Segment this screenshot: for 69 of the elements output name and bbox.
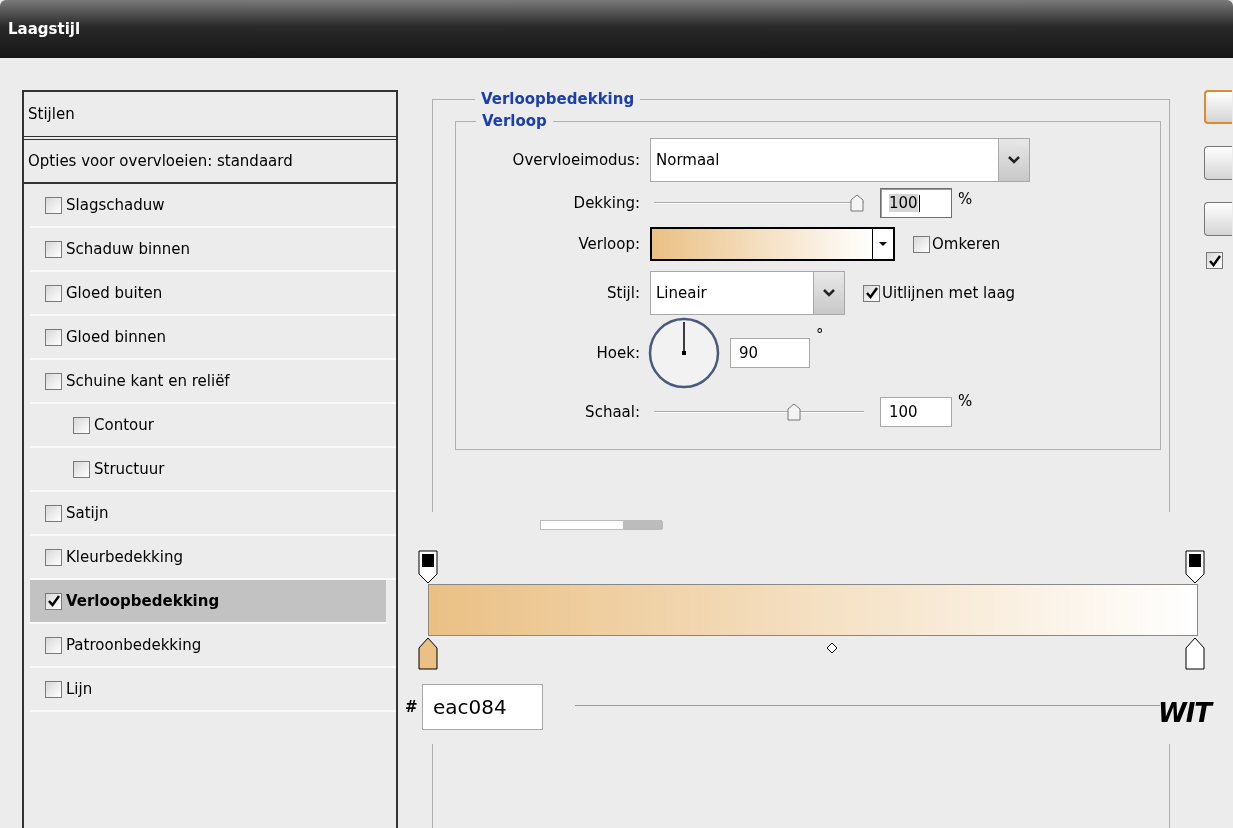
style-item[interactable]: Contour bbox=[30, 404, 396, 448]
slider-thumb[interactable] bbox=[850, 194, 864, 212]
field-label: Stijl: bbox=[607, 284, 640, 302]
checkbox[interactable] bbox=[863, 284, 880, 302]
section-title: Verloopbedekking bbox=[480, 90, 636, 108]
checkbox[interactable] bbox=[45, 240, 62, 258]
style-item[interactable]: Structuur bbox=[30, 448, 396, 492]
checkbox[interactable] bbox=[73, 416, 90, 434]
checkbox-label: Omkeren bbox=[932, 235, 1001, 253]
dropdown[interactable]: Lineair bbox=[650, 271, 845, 315]
angle-dial[interactable] bbox=[648, 317, 720, 389]
checkbox[interactable] bbox=[45, 548, 62, 566]
slider[interactable] bbox=[540, 520, 662, 530]
slider[interactable] bbox=[654, 403, 864, 421]
midpoint-icon[interactable] bbox=[826, 642, 838, 654]
chevron-down-icon bbox=[822, 288, 836, 298]
style-item[interactable]: Lijn bbox=[30, 668, 396, 712]
checkbox[interactable] bbox=[913, 235, 930, 253]
dialog-button[interactable] bbox=[1204, 202, 1232, 236]
dropdown[interactable]: Normaal bbox=[650, 138, 1030, 182]
unit-label: % bbox=[958, 392, 973, 410]
checkbox[interactable] bbox=[73, 460, 90, 478]
field-label: Schaal: bbox=[585, 403, 640, 421]
style-item[interactable]: Gloed binnen bbox=[30, 316, 396, 360]
opacity-stop-icon[interactable] bbox=[1185, 550, 1205, 584]
style-item[interactable]: Schuine kant en reliëf bbox=[30, 360, 396, 404]
field-label: Verloop: bbox=[578, 235, 640, 253]
color-stop-icon[interactable] bbox=[1185, 636, 1205, 670]
dialog-button[interactable] bbox=[1204, 146, 1232, 180]
checkbox[interactable] bbox=[45, 328, 62, 346]
hex-field[interactable]: eac084 bbox=[422, 684, 543, 730]
field-label: Hoek: bbox=[596, 344, 640, 362]
gradient-swatch[interactable] bbox=[650, 227, 895, 261]
checkbox[interactable] bbox=[45, 372, 62, 390]
checkbox[interactable] bbox=[45, 284, 62, 302]
group-title: Verloop bbox=[481, 112, 548, 130]
caret-icon bbox=[878, 241, 888, 247]
checkbox[interactable] bbox=[45, 636, 62, 654]
field-label: Dekking: bbox=[573, 194, 640, 212]
checkbox-label: Uitlijnen met laag bbox=[882, 284, 1016, 302]
slider-thumb[interactable] bbox=[787, 403, 802, 421]
partial-label: WIT bbox=[1158, 698, 1212, 728]
blending-options-item[interactable]: Opties voor overvloeien: standaard bbox=[24, 140, 396, 184]
unit-label: % bbox=[958, 190, 973, 208]
number-field[interactable]: 90 bbox=[730, 338, 810, 368]
field-label: Overvloeimodus: bbox=[512, 151, 640, 169]
style-item[interactable]: Gloed buiten bbox=[30, 272, 396, 316]
style-item[interactable]: Patroonbedekking bbox=[30, 624, 396, 668]
checkbox[interactable] bbox=[45, 592, 62, 610]
opacity-stop-icon[interactable] bbox=[418, 550, 438, 584]
dialog-button[interactable] bbox=[1204, 90, 1232, 124]
style-item[interactable]: Satijn bbox=[30, 492, 396, 536]
slider[interactable] bbox=[654, 194, 864, 212]
checkbox[interactable] bbox=[45, 504, 62, 522]
checkbox[interactable] bbox=[45, 196, 62, 214]
number-field[interactable]: 100 bbox=[880, 397, 952, 427]
hash-label: # bbox=[405, 698, 419, 716]
checkbox[interactable] bbox=[1206, 252, 1223, 269]
color-stop-icon[interactable] bbox=[418, 636, 438, 670]
panel-header: Stijlen bbox=[24, 92, 396, 140]
slider-thumb[interactable] bbox=[623, 521, 663, 529]
window-title: Laagstijl bbox=[8, 20, 81, 38]
style-item[interactable]: Verloopbedekking bbox=[30, 580, 386, 624]
style-item[interactable]: Slagschaduw bbox=[30, 184, 396, 228]
checkbox[interactable] bbox=[45, 680, 62, 698]
number-field[interactable]: 100 bbox=[880, 188, 952, 218]
style-item[interactable]: Schaduw binnen bbox=[30, 228, 396, 272]
chevron-down-icon bbox=[1007, 155, 1021, 165]
unit-label: ° bbox=[816, 326, 824, 344]
